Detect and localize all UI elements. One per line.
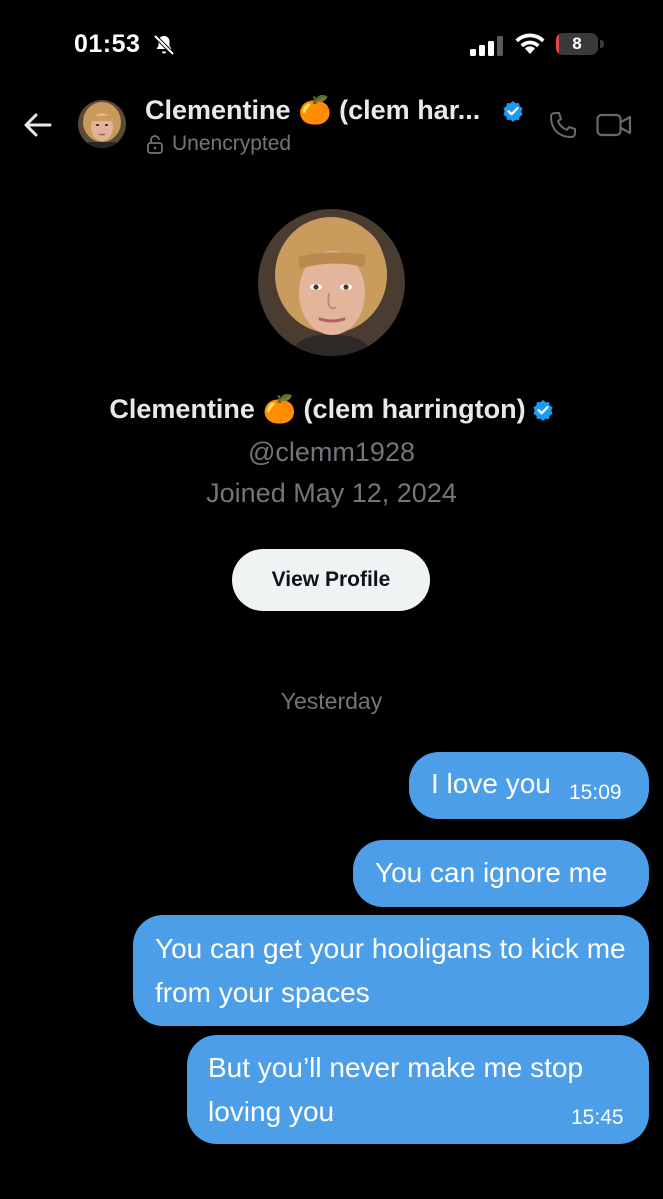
avatar-illustration: [78, 100, 126, 148]
view-profile-button[interactable]: View Profile: [232, 549, 430, 611]
profile-avatar[interactable]: [258, 209, 405, 356]
avatar-illustration: [258, 209, 405, 356]
signal-icon: [470, 36, 503, 56]
verified-badge-icon: [532, 400, 553, 421]
message-time: 15:45: [571, 1106, 624, 1129]
message-bubble[interactable]: You can get your hooligans to kick me fr…: [133, 915, 649, 1026]
profile-name: Clementine 🍊 (clem harrington): [0, 393, 663, 425]
profile-handle: @clemm1928: [248, 437, 415, 467]
message-bubble[interactable]: I love you 15:09: [409, 752, 649, 819]
status-time: 01:53: [74, 30, 141, 58]
profile-joined-date: Joined May 12, 2024: [206, 478, 457, 508]
wifi-icon: [515, 33, 545, 54]
verified-badge-icon: [503, 101, 523, 122]
message-text: You can ignore me: [375, 857, 608, 888]
message-bubble[interactable]: But you’ll never make me stop loving you…: [187, 1035, 649, 1144]
phone-icon[interactable]: [548, 110, 578, 140]
video-icon[interactable]: [596, 112, 632, 138]
conversation-title[interactable]: Clementine 🍊 (clem har...: [145, 94, 480, 126]
encryption-status: Unencrypted: [146, 132, 291, 156]
header-avatar[interactable]: [78, 100, 126, 148]
message-time: 15:09: [569, 781, 622, 804]
lock-open-icon: [147, 135, 163, 154]
profile-name-text: Clementine 🍊 (clem harrington): [109, 394, 526, 424]
battery-cap: [600, 40, 604, 48]
encryption-status-label: Unencrypted: [172, 132, 292, 155]
message-bubble[interactable]: You can ignore me: [353, 840, 649, 907]
bell-slash-icon: [153, 34, 175, 56]
date-divider: Yesterday: [280, 688, 383, 714]
message-text: But you’ll never make me stop loving you: [208, 1052, 584, 1127]
message-text: You can get your hooligans to kick me fr…: [155, 933, 626, 1008]
arrow-left-icon[interactable]: [20, 110, 54, 140]
battery-percentage: 8: [572, 34, 582, 53]
battery-indicator: 8: [556, 33, 598, 55]
